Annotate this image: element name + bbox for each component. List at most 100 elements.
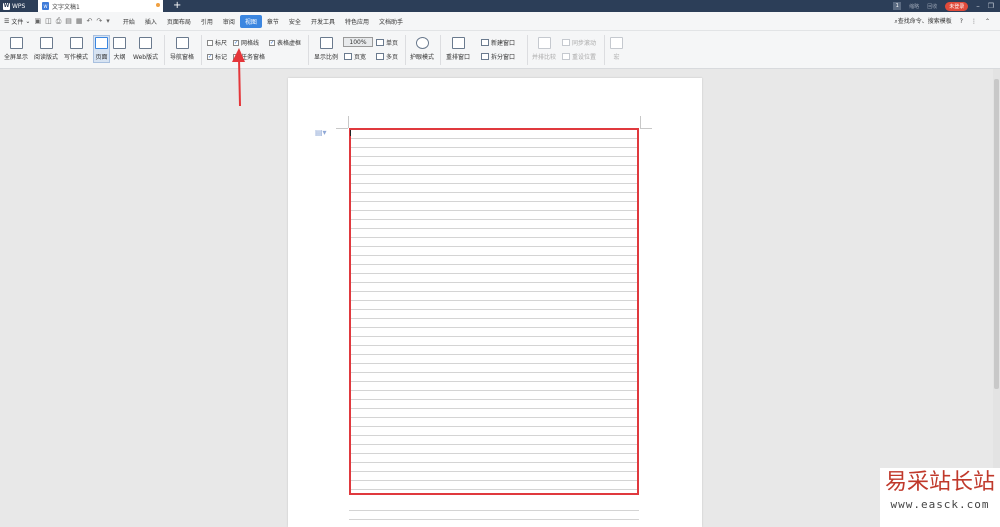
single-page-button[interactable]: 单页 — [376, 38, 398, 47]
web-view-button[interactable]: Web版式 — [133, 37, 158, 61]
menu-home[interactable]: 开始 — [118, 15, 140, 28]
help-button[interactable]: ? — [960, 18, 963, 25]
marks-label: 标记 — [215, 54, 228, 61]
macro-button[interactable]: 宏 — [610, 37, 623, 61]
print-icon[interactable]: ⎙ — [56, 17, 62, 26]
zoom-button[interactable]: 显示比例 — [314, 37, 338, 61]
vertical-scrollbar[interactable] — [993, 69, 1000, 527]
new-window-button[interactable]: 新建窗口 — [481, 38, 515, 47]
print-preview-icon[interactable]: ▤ — [65, 17, 72, 26]
undo-icon[interactable]: ↶ — [87, 17, 93, 26]
side-by-side-label: 并排比较 — [532, 54, 557, 61]
table-gridlines-checkbox[interactable]: ✓ 表格虚框 — [269, 38, 301, 47]
menu-page-layout[interactable]: 页面布局 — [162, 15, 196, 28]
document-page[interactable]: ▤▾ — [288, 78, 702, 527]
multi-page-label: 多页 — [386, 54, 399, 61]
writing-mode-button[interactable]: 写作模式 — [64, 37, 88, 61]
eye-icon — [415, 37, 429, 49]
menu-references[interactable]: 引用 — [196, 15, 218, 28]
menu-features[interactable]: 特色应用 — [340, 15, 374, 28]
table-gridlines-label: 表格虚框 — [277, 40, 302, 47]
page-view-label: 页面 — [95, 54, 108, 61]
multi-page-button[interactable]: 多页 — [376, 52, 398, 61]
fullscreen-label: 全屏显示 — [4, 54, 29, 61]
outline-view-label: 大纲 — [113, 54, 126, 61]
menu-doc-assistant[interactable]: 文档助手 — [374, 15, 408, 28]
restore-button[interactable]: ❐ — [988, 2, 994, 10]
scrollbar-thumb[interactable] — [994, 79, 999, 389]
gridlines-area[interactable] — [349, 128, 639, 495]
customize-icon[interactable]: ▾ — [106, 17, 110, 26]
new-window-icon — [481, 39, 489, 46]
page-width-button[interactable]: 页宽 — [344, 52, 366, 61]
multi-page-icon — [376, 53, 384, 60]
menu-security[interactable]: 安全 — [284, 15, 306, 28]
ribbon-divider — [604, 35, 605, 65]
site-watermark: 易采站长站 www.easck.com — [880, 468, 1000, 527]
side-by-side-icon — [537, 37, 551, 49]
login-button[interactable]: 未登录 — [945, 1, 969, 11]
zoom-label: 显示比例 — [314, 54, 339, 61]
file-menu[interactable]: ☰ 文件 ⌄ — [4, 17, 30, 26]
outline-icon — [113, 37, 126, 49]
menu-developer[interactable]: 开发工具 — [306, 15, 340, 28]
zoom-100-button[interactable]: 100% — [343, 37, 373, 47]
menu-sections[interactable]: 章节 — [262, 15, 284, 28]
zoom-icon — [319, 37, 333, 49]
recycle-button[interactable]: 回收 — [927, 3, 937, 10]
split-window-label: 拆分窗口 — [491, 54, 516, 61]
export-icon[interactable]: ▦ — [76, 17, 83, 26]
thumbnail-button[interactable]: 缩略 — [909, 3, 919, 10]
redo-icon[interactable]: ↷ — [96, 17, 102, 26]
menu-view[interactable]: 视图 — [239, 14, 262, 28]
fullscreen-button[interactable]: 全屏显示 — [4, 37, 28, 61]
sync-scroll-button[interactable]: 同步滚动 — [562, 38, 596, 47]
wps-app-tab[interactable]: W WPS — [0, 0, 38, 12]
marks-check-icon: ✓ — [207, 53, 213, 60]
split-window-icon — [481, 53, 489, 60]
unsaved-indicator-icon — [156, 3, 160, 7]
ribbon-divider — [405, 35, 406, 65]
ruler-label: 标尺 — [215, 40, 228, 47]
command-search-label: 查找命令、搜索模板 — [897, 18, 952, 25]
web-view-icon — [139, 37, 153, 49]
wps-logo-icon: W — [3, 2, 10, 10]
command-search[interactable]: ⌕查找命令、搜索模板 — [894, 16, 951, 26]
save-icon[interactable]: ▣ — [34, 17, 41, 26]
reset-position-button[interactable]: 重设位置 — [562, 52, 596, 61]
collapse-ribbon-icon[interactable]: ⌃ — [985, 18, 990, 25]
document-tab-label: 文字文稿1 — [52, 3, 80, 11]
nav-pane-button[interactable]: 导航窗格 — [170, 37, 194, 61]
menu-review[interactable]: 审阅 — [218, 15, 240, 28]
side-by-side-button[interactable]: 并排比较 — [532, 37, 556, 61]
ribbon-divider — [201, 35, 202, 65]
document-nav-icon[interactable]: ▤▾ — [315, 128, 327, 137]
outline-view-button[interactable]: 大纲 — [113, 37, 126, 61]
menu-bar: ☰ 文件 ⌄ ▣ ◫ ⎙ ▤ ▦ ↶ ↷ ▾ 开始 插入 页面布局 引用 审阅 … — [0, 12, 1000, 31]
minimize-button[interactable]: – — [976, 2, 980, 10]
gridlines-check-icon: ✓ — [233, 39, 239, 46]
add-tab-button[interactable]: + — [173, 0, 181, 12]
split-window-button[interactable]: 拆分窗口 — [481, 52, 515, 61]
eye-mode-label: 护眼模式 — [410, 54, 435, 61]
table-gridlines-check-icon: ✓ — [269, 39, 275, 46]
arrange-window-button[interactable]: 重排窗口 — [446, 37, 470, 61]
marks-checkbox[interactable]: ✓ 标记 — [207, 52, 227, 61]
page-width-label: 页宽 — [354, 54, 367, 61]
eye-mode-button[interactable]: 护眼模式 — [410, 37, 434, 61]
watermark-url: www.easck.com — [890, 498, 990, 511]
ribbon-divider — [527, 35, 528, 65]
sync-badge[interactable]: 1 — [893, 2, 902, 10]
reset-position-icon — [562, 53, 570, 60]
reset-position-label: 重设位置 — [572, 54, 597, 61]
hamburger-icon: ☰ — [4, 17, 10, 25]
ruler-checkbox[interactable]: 标尺 — [207, 38, 227, 47]
gridlines-area-continued — [349, 502, 639, 527]
ribbon-divider — [164, 35, 165, 65]
document-tab[interactable]: W 文字文稿1 — [38, 0, 163, 12]
reading-view-button[interactable]: 阅读版式 — [34, 37, 58, 61]
page-view-button[interactable]: 页面 — [93, 35, 110, 63]
open-icon[interactable]: ◫ — [45, 17, 52, 26]
more-icon[interactable]: ⋮ — [971, 18, 977, 25]
menu-insert[interactable]: 插入 — [140, 15, 162, 28]
